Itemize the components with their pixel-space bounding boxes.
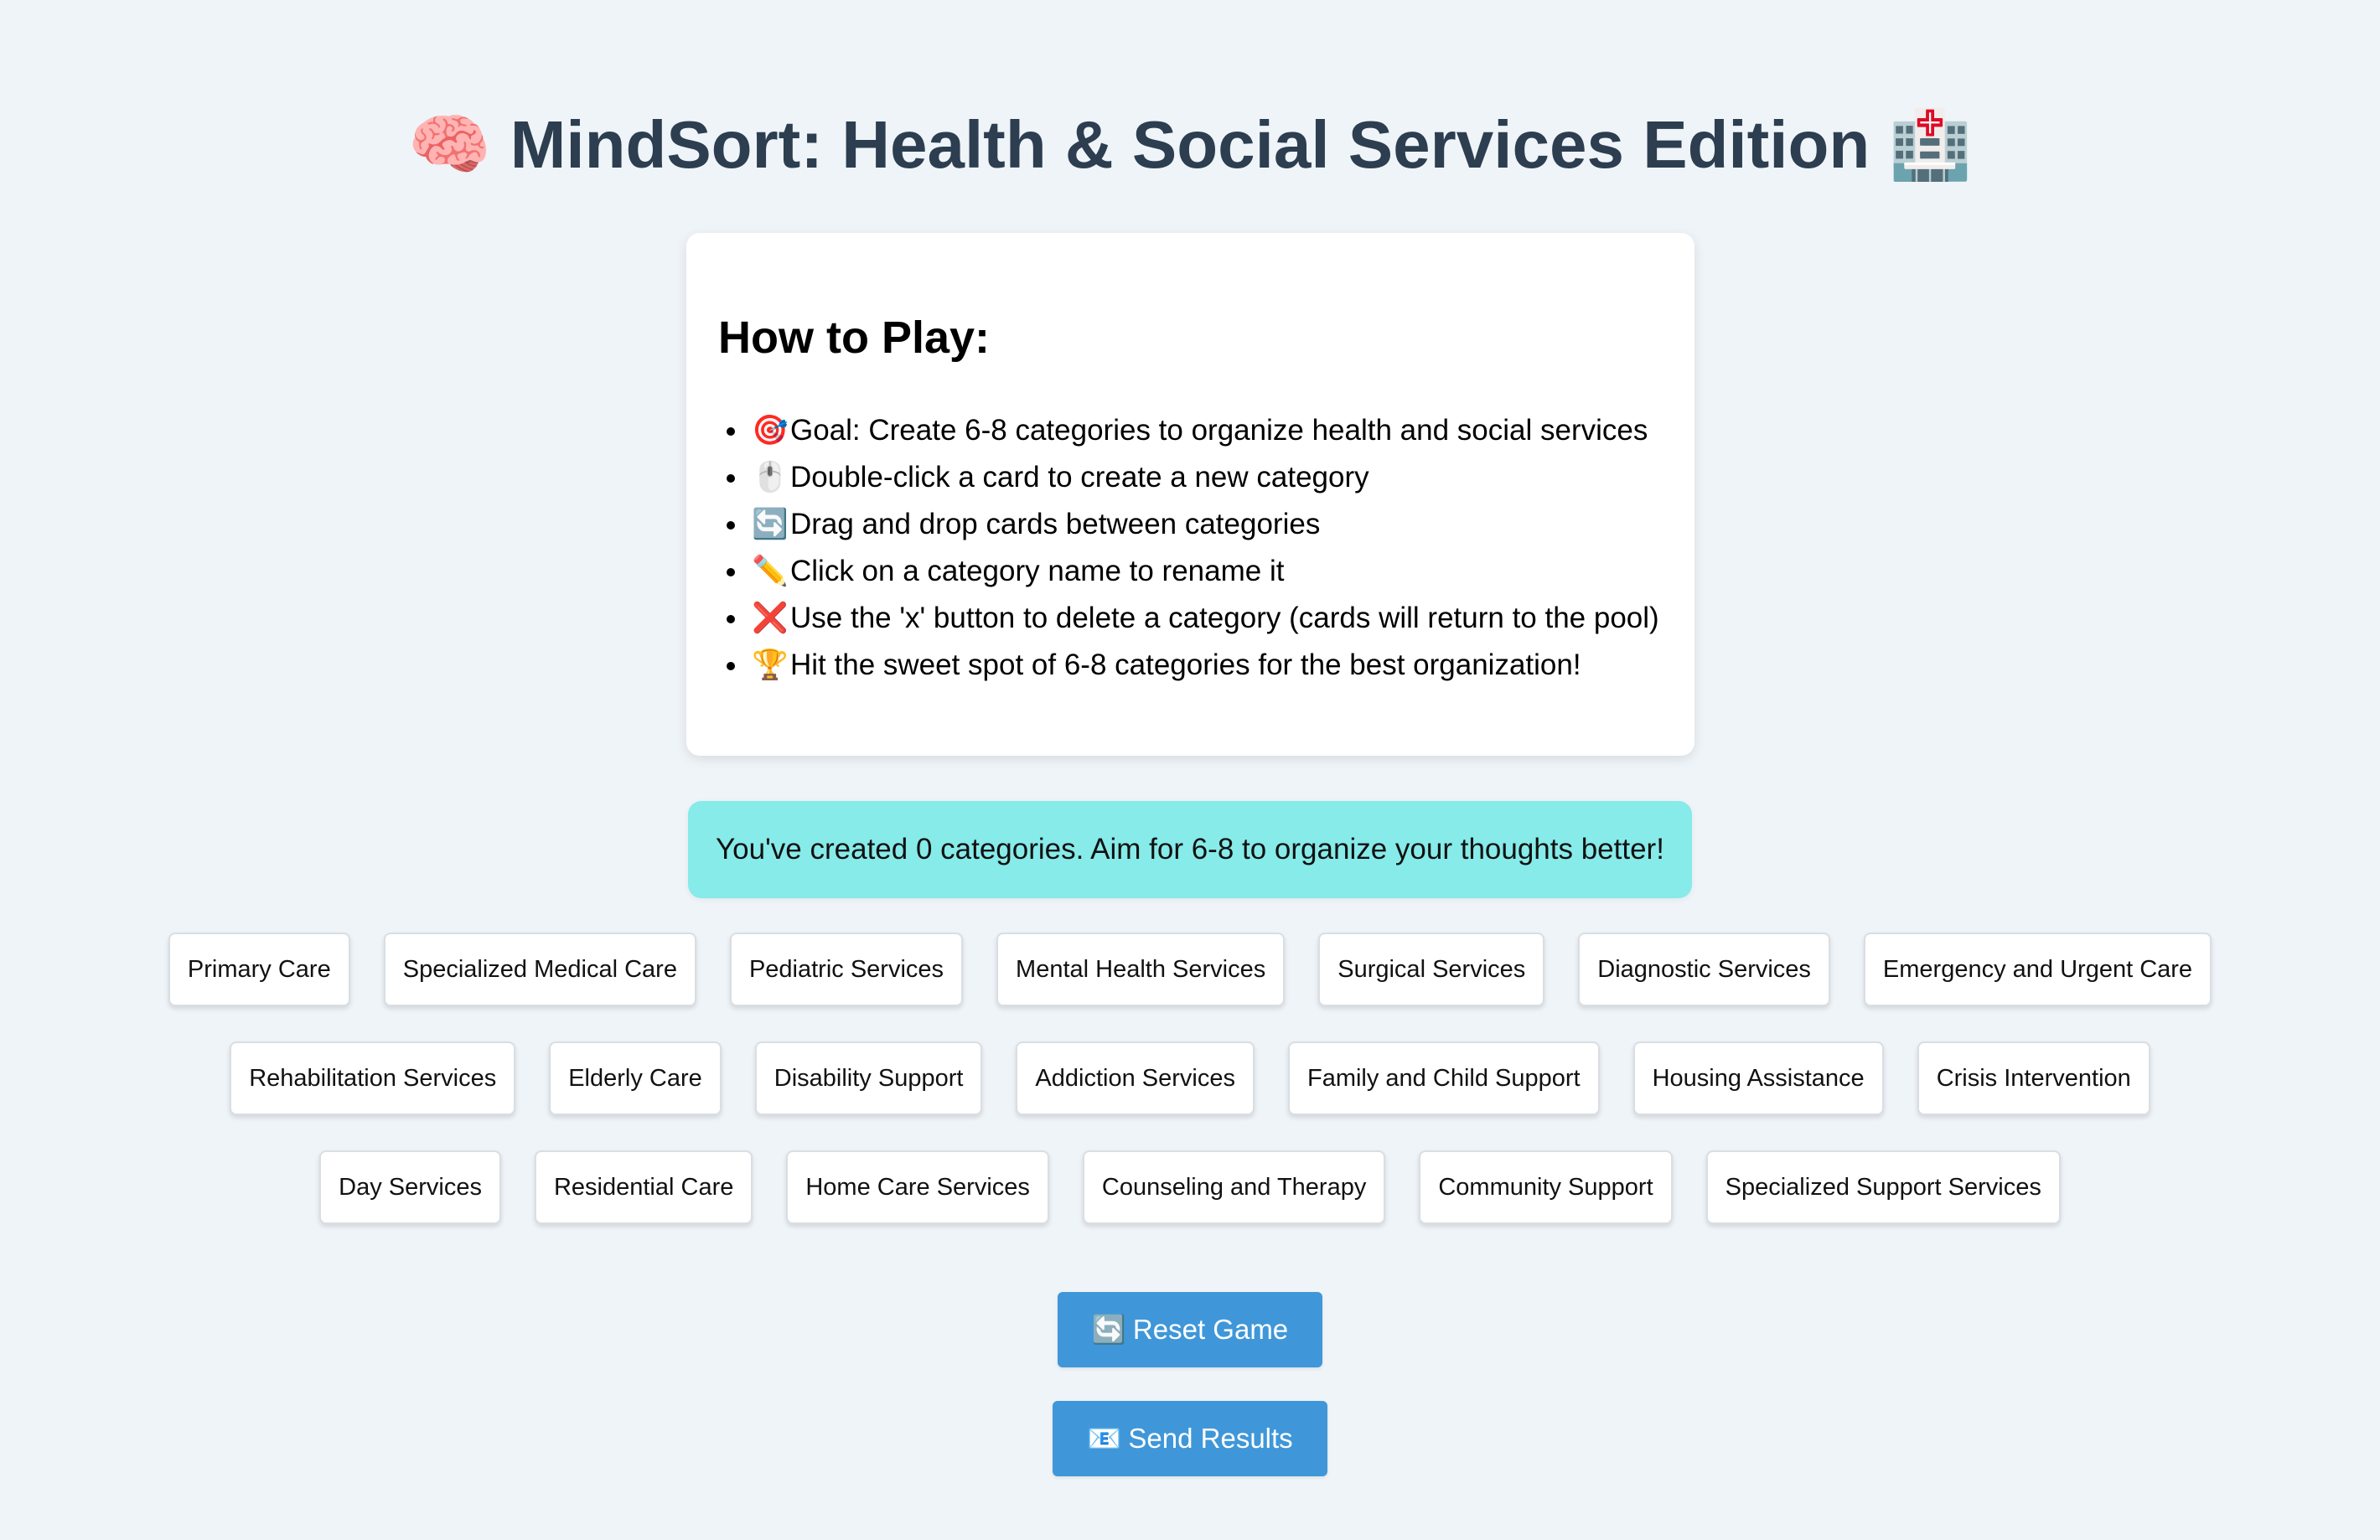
cycle-arrows-icon: 🔄 xyxy=(752,508,789,540)
page-title: 🧠 MindSort: Health & Social Services Edi… xyxy=(0,99,2380,191)
target-icon: 🎯 xyxy=(752,414,789,447)
service-card[interactable]: Counseling and Therapy xyxy=(1082,1150,1386,1224)
instructions-panel: How to Play: 🎯Goal: Create 6-8 categorie… xyxy=(686,233,1694,756)
reset-game-button[interactable]: 🔄 Reset Game xyxy=(1058,1292,1322,1367)
mouse-icon: 🖱️ xyxy=(752,461,789,494)
service-card[interactable]: Home Care Services xyxy=(786,1150,1049,1224)
service-card[interactable]: Rehabilitation Services xyxy=(230,1041,516,1115)
email-icon: 📧 xyxy=(1087,1423,1122,1454)
service-card[interactable]: Elderly Care xyxy=(549,1041,722,1115)
trophy-icon: 🏆 xyxy=(752,649,789,681)
service-card[interactable]: Disability Support xyxy=(754,1041,983,1115)
category-status-banner: You've created 0 categories. Aim for 6-8… xyxy=(688,801,1692,898)
instruction-item-rename: ✏️Click on a category name to rename it xyxy=(718,548,1659,595)
instruction-text: Goal: Create 6-8 categories to organize … xyxy=(790,414,1648,447)
service-card[interactable]: Specialized Support Services xyxy=(1705,1150,2061,1224)
pencil-icon: ✏️ xyxy=(752,555,789,587)
instruction-text: Double-click a card to create a new cate… xyxy=(790,461,1369,494)
instruction-item-goal: 🎯Goal: Create 6-8 categories to organize… xyxy=(718,407,1659,454)
send-results-button[interactable]: 📧 Send Results xyxy=(1053,1401,1327,1476)
refresh-icon: 🔄 xyxy=(1091,1314,1126,1345)
instruction-text: Hit the sweet spot of 6-8 categories for… xyxy=(790,649,1581,681)
service-card[interactable]: Primary Care xyxy=(168,933,350,1006)
cross-mark-icon: ❌ xyxy=(752,602,789,634)
service-card[interactable]: Pediatric Services xyxy=(729,933,964,1006)
service-card[interactable]: Addiction Services xyxy=(1016,1041,1255,1115)
hospital-icon: 🏥 xyxy=(1888,107,1973,182)
service-card[interactable]: Housing Assistance xyxy=(1632,1041,1884,1115)
service-card[interactable]: Mental Health Services xyxy=(996,933,1286,1006)
instruction-item-delete: ❌Use the 'x' button to delete a category… xyxy=(718,595,1659,642)
instruction-text: Click on a category name to rename it xyxy=(790,555,1285,587)
service-card[interactable]: Crisis Intervention xyxy=(1917,1041,2150,1115)
service-card[interactable]: Day Services xyxy=(319,1150,501,1224)
send-results-label: Send Results xyxy=(1128,1423,1293,1454)
service-card[interactable]: Diagnostic Services xyxy=(1578,933,1830,1006)
instruction-text: Drag and drop cards between categories xyxy=(790,508,1321,540)
card-pool-row-1: Primary Care Specialized Medical Care Pe… xyxy=(0,933,2380,1006)
instruction-item-drag-drop: 🔄Drag and drop cards between categories xyxy=(718,501,1659,548)
mindsort-page: 🧠 MindSort: Health & Social Services Edi… xyxy=(0,0,2380,1540)
brain-icon: 🧠 xyxy=(407,107,492,182)
reset-game-label: Reset Game xyxy=(1132,1314,1289,1345)
instructions-list: 🎯Goal: Create 6-8 categories to organize… xyxy=(718,407,1659,689)
service-card[interactable]: Emergency and Urgent Care xyxy=(1863,933,2212,1006)
service-card[interactable]: Family and Child Support xyxy=(1287,1041,1600,1115)
service-card[interactable]: Residential Care xyxy=(534,1150,753,1224)
card-pool-row-3: Day Services Residential Care Home Care … xyxy=(0,1150,2380,1224)
instructions-heading: How to Play: xyxy=(718,313,991,363)
service-card[interactable]: Surgical Services xyxy=(1318,933,1545,1006)
service-card[interactable]: Community Support xyxy=(1419,1150,1673,1224)
instruction-text: Use the 'x' button to delete a category … xyxy=(790,602,1659,634)
card-pool-row-2: Rehabilitation Services Elderly Care Dis… xyxy=(0,1041,2380,1115)
page-title-text: MindSort: Health & Social Services Editi… xyxy=(510,107,1870,182)
instruction-item-sweet-spot: 🏆Hit the sweet spot of 6-8 categories fo… xyxy=(718,642,1659,689)
instruction-item-double-click: 🖱️Double-click a card to create a new ca… xyxy=(718,454,1659,501)
service-card[interactable]: Specialized Medical Care xyxy=(383,933,696,1006)
